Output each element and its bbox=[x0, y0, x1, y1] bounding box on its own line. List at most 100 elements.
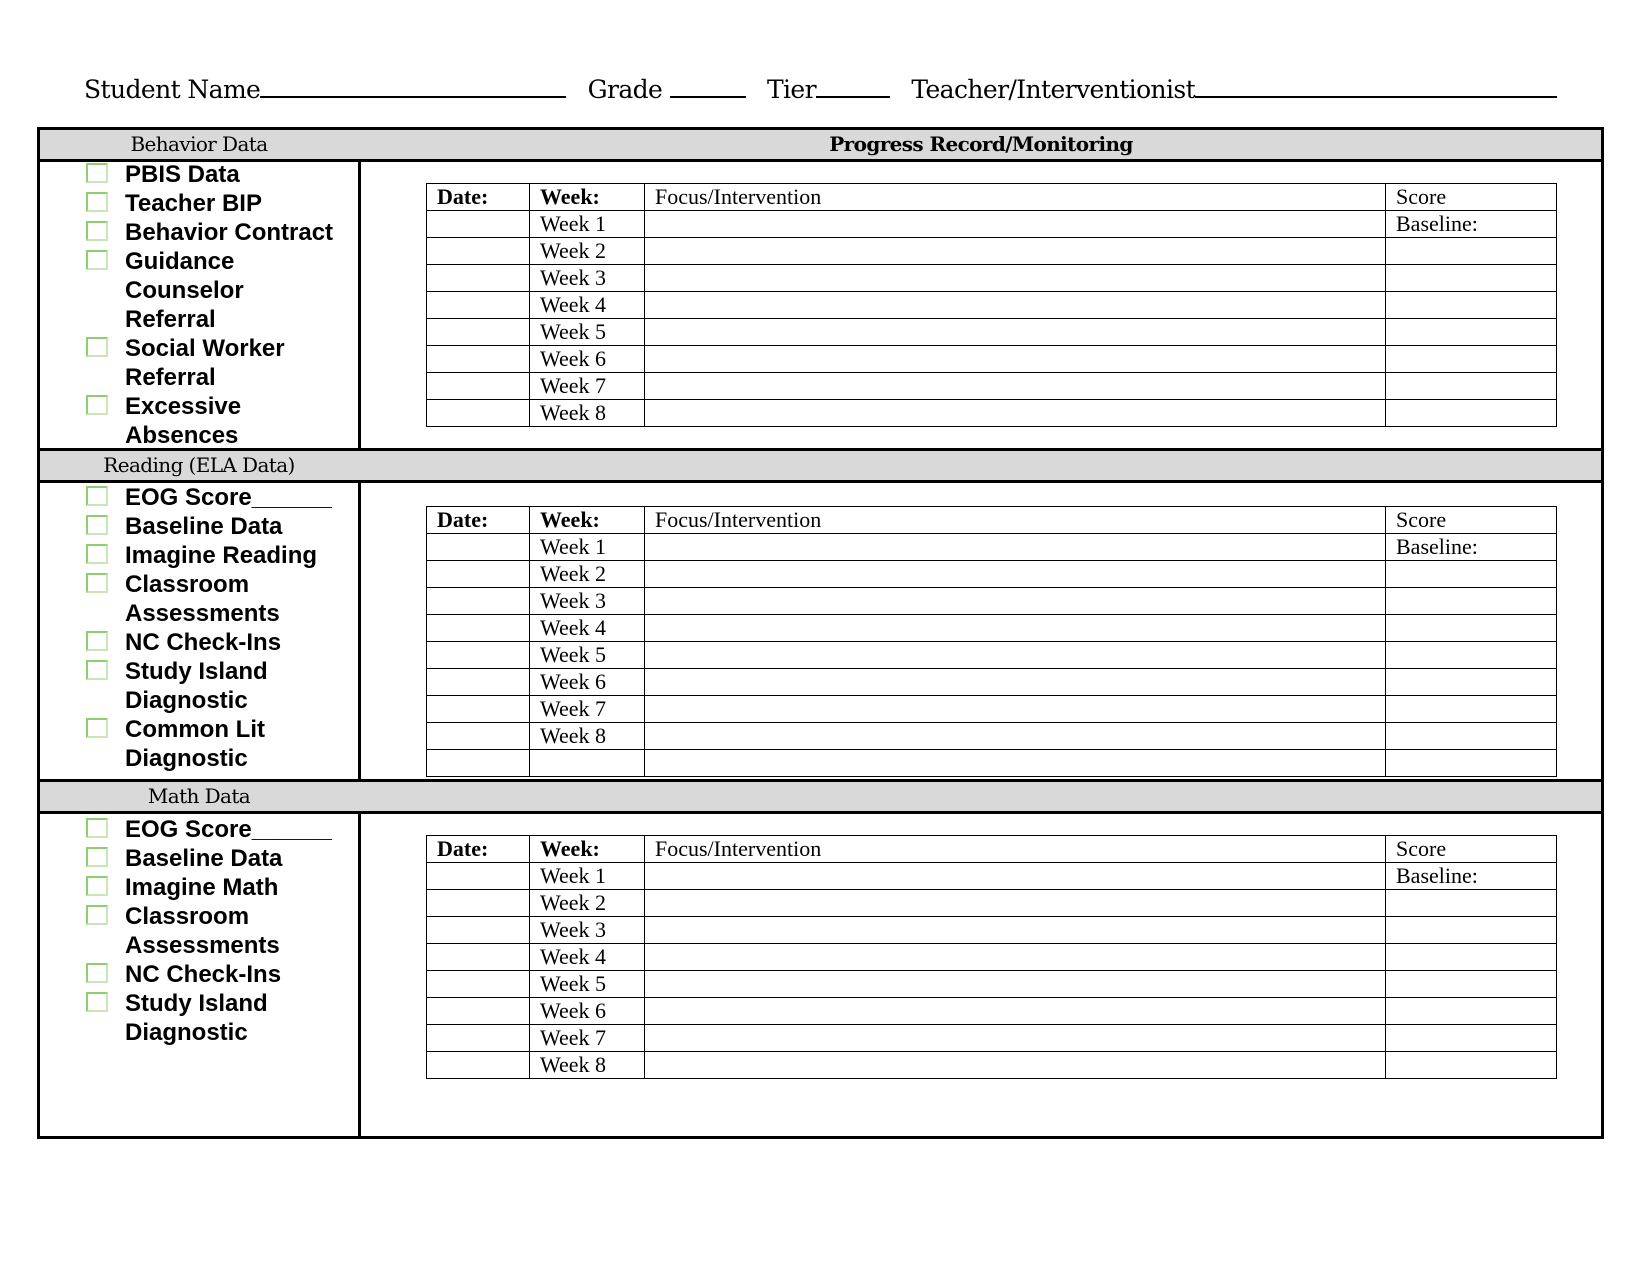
checklist-item[interactable]: Common Lit Diagnostic bbox=[86, 715, 305, 773]
date-cell[interactable] bbox=[426, 889, 530, 917]
checklist-item[interactable]: Guidance Counselor Referral bbox=[86, 247, 275, 334]
date-cell[interactable] bbox=[426, 264, 530, 292]
focus-cell[interactable] bbox=[644, 668, 1386, 696]
tier-field[interactable] bbox=[815, 74, 890, 98]
date-cell[interactable] bbox=[426, 318, 530, 346]
focus-cell[interactable] bbox=[644, 210, 1386, 238]
checkbox[interactable] bbox=[86, 573, 108, 593]
student-name-field[interactable] bbox=[260, 74, 567, 98]
date-cell[interactable] bbox=[426, 1024, 530, 1052]
score-cell[interactable] bbox=[1385, 237, 1557, 265]
focus-cell[interactable] bbox=[644, 1024, 1386, 1052]
checkbox[interactable] bbox=[86, 221, 108, 241]
checkbox[interactable] bbox=[86, 818, 108, 838]
focus-cell[interactable] bbox=[644, 641, 1386, 669]
focus-cell[interactable] bbox=[644, 916, 1386, 944]
checklist-item[interactable]: PBIS Data bbox=[86, 160, 356, 189]
score-cell[interactable] bbox=[1385, 1051, 1557, 1079]
score-cell[interactable] bbox=[1385, 749, 1557, 777]
checkbox[interactable] bbox=[86, 992, 108, 1012]
date-cell[interactable] bbox=[426, 916, 530, 944]
checklist-item[interactable]: Baseline Data bbox=[86, 512, 356, 541]
score-cell[interactable] bbox=[1385, 916, 1557, 944]
date-cell[interactable] bbox=[426, 1051, 530, 1079]
checklist-item[interactable]: Study Island Diagnostic bbox=[86, 989, 305, 1047]
checklist-item[interactable]: EOG Score______ bbox=[86, 815, 356, 844]
focus-cell[interactable] bbox=[644, 862, 1386, 890]
checklist-item[interactable]: Imagine Math bbox=[86, 873, 356, 902]
checkbox[interactable] bbox=[86, 847, 108, 867]
checkbox[interactable] bbox=[86, 963, 108, 983]
score-cell[interactable] bbox=[1385, 695, 1557, 723]
score-cell[interactable] bbox=[1385, 668, 1557, 696]
date-cell[interactable] bbox=[426, 749, 530, 777]
checklist-item[interactable]: Imagine Reading bbox=[86, 541, 356, 570]
score-cell[interactable] bbox=[1385, 889, 1557, 917]
checkbox[interactable] bbox=[86, 544, 108, 564]
checklist-item[interactable]: Baseline Data bbox=[86, 844, 356, 873]
score-cell[interactable] bbox=[1385, 614, 1557, 642]
date-cell[interactable] bbox=[426, 695, 530, 723]
checkbox[interactable] bbox=[86, 250, 108, 270]
checkbox[interactable] bbox=[86, 515, 108, 535]
score-cell[interactable] bbox=[1385, 641, 1557, 669]
date-cell[interactable] bbox=[426, 291, 530, 319]
score-cell[interactable] bbox=[1385, 372, 1557, 400]
score-cell[interactable] bbox=[1385, 722, 1557, 750]
focus-cell[interactable] bbox=[644, 372, 1386, 400]
checklist-item[interactable]: Classroom Assessments bbox=[86, 902, 305, 960]
score-cell[interactable] bbox=[1385, 943, 1557, 971]
score-cell[interactable] bbox=[1385, 291, 1557, 319]
checklist-item[interactable]: Behavior Contract bbox=[86, 218, 356, 247]
focus-cell[interactable] bbox=[644, 749, 1386, 777]
focus-cell[interactable] bbox=[644, 345, 1386, 373]
focus-cell[interactable] bbox=[644, 560, 1386, 588]
focus-cell[interactable] bbox=[644, 722, 1386, 750]
focus-cell[interactable] bbox=[644, 291, 1386, 319]
score-cell[interactable] bbox=[1385, 587, 1557, 615]
date-cell[interactable] bbox=[426, 862, 530, 890]
checklist-item[interactable]: NC Check-Ins bbox=[86, 628, 356, 657]
date-cell[interactable] bbox=[426, 722, 530, 750]
focus-cell[interactable] bbox=[644, 399, 1386, 427]
focus-cell[interactable] bbox=[644, 889, 1386, 917]
date-cell[interactable] bbox=[426, 372, 530, 400]
date-cell[interactable] bbox=[426, 533, 530, 561]
checklist-item[interactable]: NC Check-Ins bbox=[86, 960, 356, 989]
teacher-field[interactable] bbox=[1195, 74, 1558, 98]
date-cell[interactable] bbox=[426, 210, 530, 238]
score-cell[interactable]: Baseline: bbox=[1385, 210, 1557, 238]
checkbox[interactable] bbox=[86, 192, 108, 212]
score-cell[interactable] bbox=[1385, 997, 1557, 1025]
score-cell[interactable] bbox=[1385, 345, 1557, 373]
checklist-item[interactable]: Classroom Assessments bbox=[86, 570, 305, 628]
checkbox[interactable] bbox=[86, 631, 108, 651]
date-cell[interactable] bbox=[426, 345, 530, 373]
score-cell[interactable]: Baseline: bbox=[1385, 533, 1557, 561]
week-cell[interactable] bbox=[529, 749, 645, 777]
focus-cell[interactable] bbox=[644, 237, 1386, 265]
date-cell[interactable] bbox=[426, 614, 530, 642]
focus-cell[interactable] bbox=[644, 614, 1386, 642]
focus-cell[interactable] bbox=[644, 533, 1386, 561]
date-cell[interactable] bbox=[426, 943, 530, 971]
date-cell[interactable] bbox=[426, 399, 530, 427]
focus-cell[interactable] bbox=[644, 997, 1386, 1025]
date-cell[interactable] bbox=[426, 641, 530, 669]
focus-cell[interactable] bbox=[644, 943, 1386, 971]
checkbox[interactable] bbox=[86, 660, 108, 680]
date-cell[interactable] bbox=[426, 997, 530, 1025]
checkbox[interactable] bbox=[86, 718, 108, 738]
checkbox[interactable] bbox=[86, 486, 108, 506]
focus-cell[interactable] bbox=[644, 264, 1386, 292]
checklist-item[interactable]: Study Island Diagnostic bbox=[86, 657, 305, 715]
grade-field[interactable] bbox=[669, 74, 746, 98]
checkbox[interactable] bbox=[86, 163, 108, 183]
checklist-item[interactable]: Social Worker Referral bbox=[86, 334, 305, 392]
focus-cell[interactable] bbox=[644, 587, 1386, 615]
score-cell[interactable] bbox=[1385, 560, 1557, 588]
checkbox[interactable] bbox=[86, 876, 108, 896]
checkbox[interactable] bbox=[86, 395, 108, 415]
date-cell[interactable] bbox=[426, 237, 530, 265]
date-cell[interactable] bbox=[426, 668, 530, 696]
